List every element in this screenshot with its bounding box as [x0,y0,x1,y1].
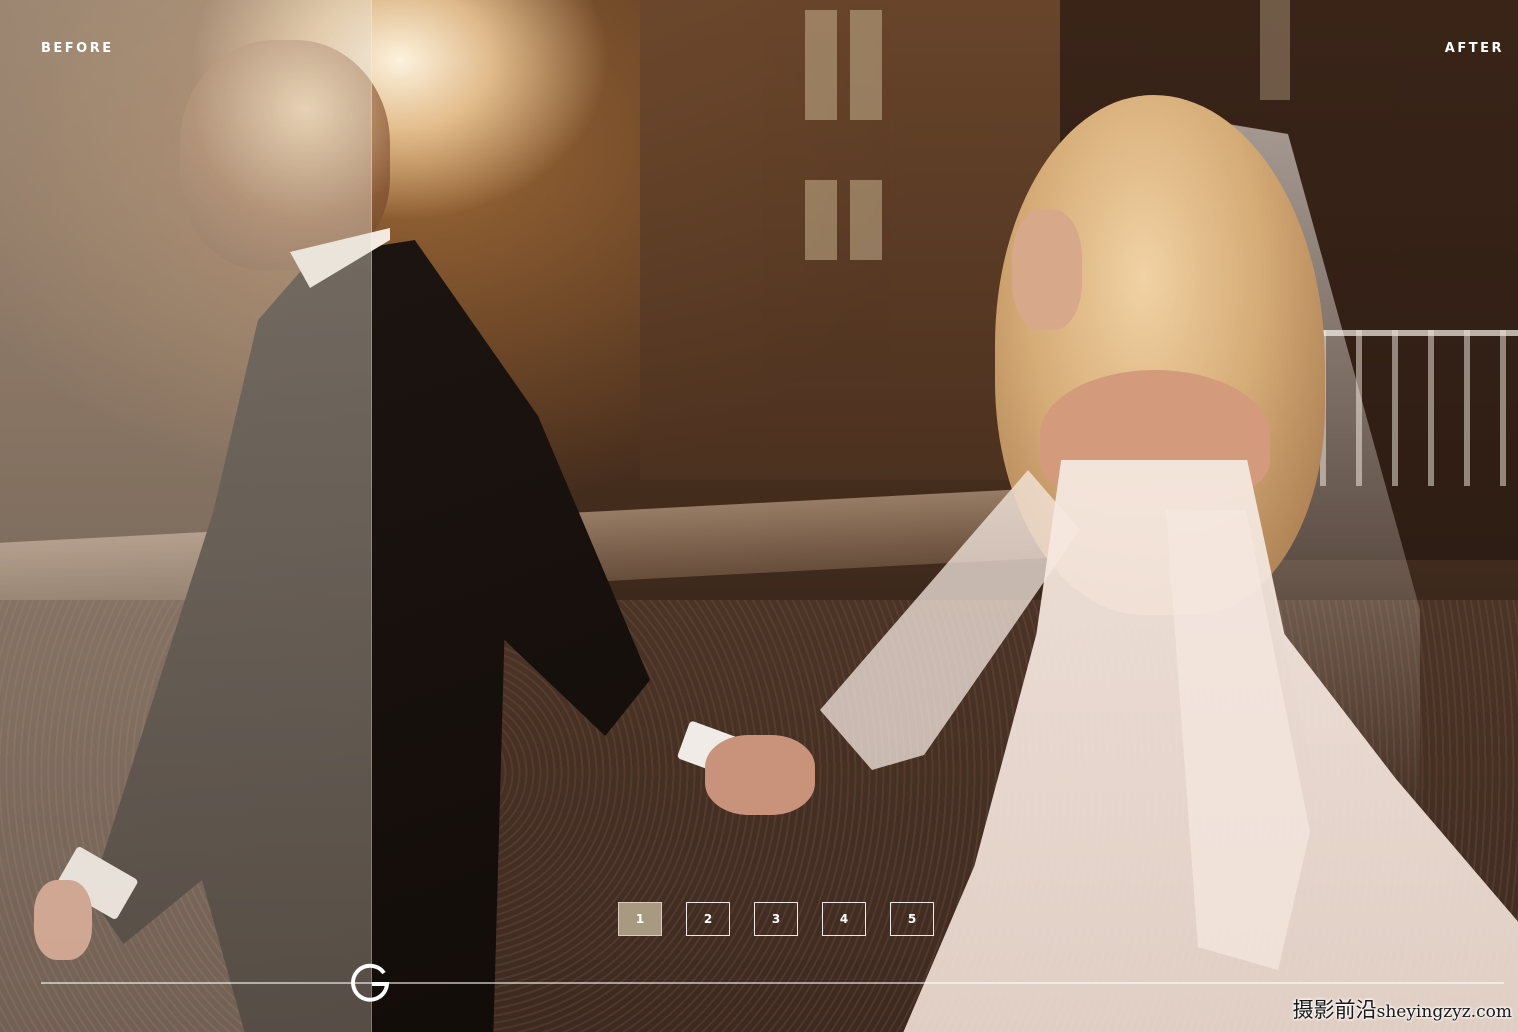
comparison-divider[interactable] [371,0,372,1032]
before-label: BEFORE [41,41,114,56]
held-hands [705,735,815,815]
comparison-slider-track[interactable] [41,982,1504,984]
page-button-4[interactable]: 4 [822,902,866,936]
slide-pagination: 1 2 3 4 5 [618,902,934,936]
bride-face [1012,210,1082,330]
page-button-3[interactable]: 3 [754,902,798,936]
page-button-2[interactable]: 2 [686,902,730,936]
before-after-comparison[interactable]: BEFORE AFTER 1 2 3 4 5 摄影前沿sheyingzyz.co… [0,0,1518,1032]
site-watermark: 摄影前沿sheyingzyz.com [1293,994,1512,1024]
page-button-1[interactable]: 1 [618,902,662,936]
after-label: AFTER [1444,41,1504,56]
before-image-region [0,0,372,1032]
page-button-5[interactable]: 5 [890,902,934,936]
watermark-cn: 摄影前沿 [1292,998,1377,1022]
watermark-url: sheyingzyz.com [1376,1002,1512,1022]
comparison-slider-handle[interactable] [346,962,394,1004]
g-logo-icon [351,963,390,1002]
